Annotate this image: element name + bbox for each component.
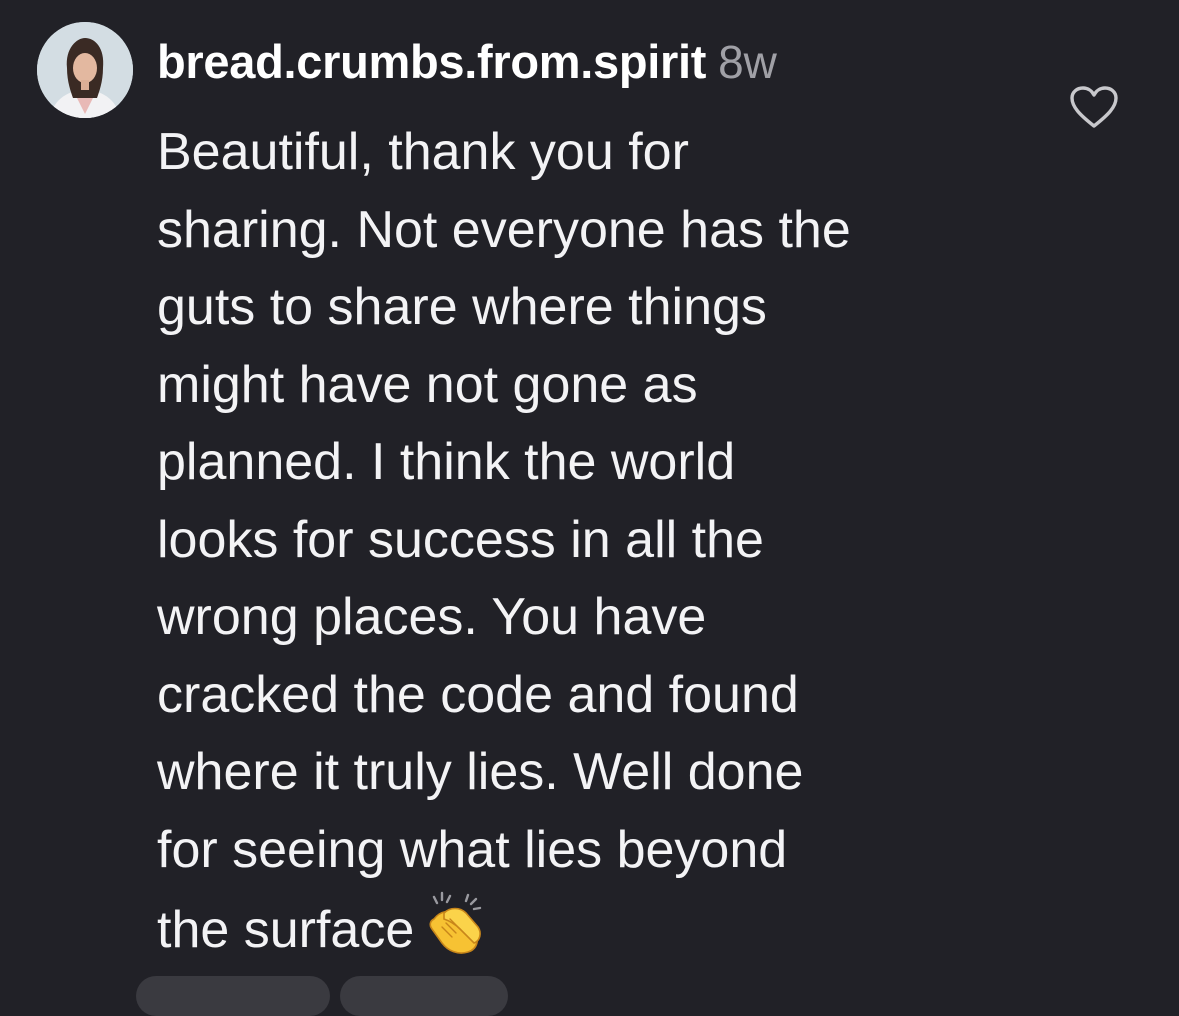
comment-line: sharing. Not everyone has the: [157, 200, 851, 259]
comment-line: for seeing what lies beyond: [157, 820, 788, 879]
translate-chip[interactable]: [340, 976, 508, 1016]
avatar[interactable]: [37, 22, 133, 118]
timestamp: 8w: [718, 36, 777, 88]
username-link[interactable]: bread.crumbs.from.spirit: [157, 35, 706, 88]
comment-header: bread.crumbs.from.spirit 8w: [157, 30, 777, 94]
comment-line: might have not gone as: [157, 355, 698, 414]
comment-line: the surface: [157, 901, 415, 959]
reply-chip[interactable]: [136, 976, 330, 1016]
comment-text: Beautiful, thank you for sharing. Not ev…: [157, 114, 1057, 967]
comment-line: guts to share where things: [157, 278, 767, 336]
like-button[interactable]: [1068, 84, 1120, 130]
clapping-hands-emoji: [420, 889, 488, 957]
comment-line: where it truly lies. Well done: [157, 743, 804, 801]
comment-last-line: the surface: [157, 889, 1057, 967]
comment-line: Beautiful, thank you for: [157, 123, 689, 181]
comment-line: planned. I think the world: [157, 433, 736, 491]
comment-line: looks for success in all the: [157, 510, 764, 569]
heart-outline-icon: [1070, 86, 1118, 128]
comment-line: wrong places. You have: [157, 588, 707, 646]
comment-item: bread.crumbs.from.spirit 8w Beautiful, th…: [0, 0, 1179, 1016]
avatar-photo: [37, 22, 133, 118]
comment-line: cracked the code and found: [157, 665, 799, 724]
